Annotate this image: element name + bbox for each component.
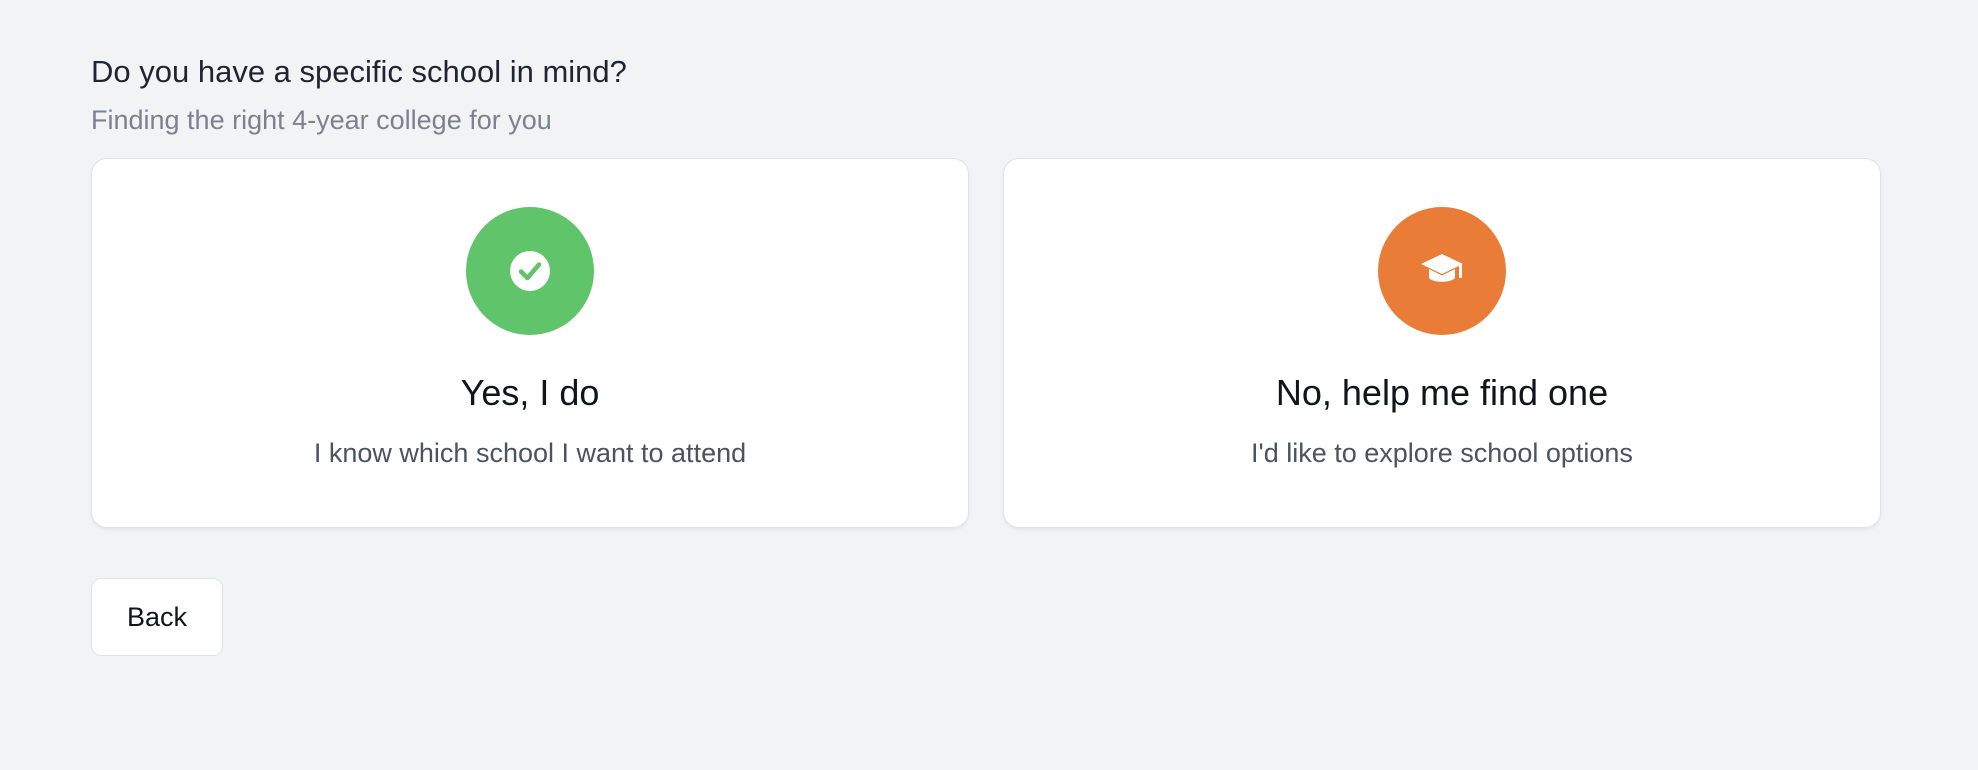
option-description: I know which school I want to attend xyxy=(313,438,747,468)
page-title: Do you have a specific school in mind? xyxy=(91,54,627,89)
check-icon-circle xyxy=(466,207,594,335)
option-cards: Yes, I do I know which school I want to … xyxy=(91,158,1883,528)
page-subtitle: Finding the right 4-year college for you xyxy=(91,105,552,135)
option-card-yes[interactable]: Yes, I do I know which school I want to … xyxy=(91,158,969,528)
option-title: Yes, I do xyxy=(460,372,600,413)
graduation-cap-icon-circle xyxy=(1378,207,1506,335)
option-description: I'd like to explore school options xyxy=(1251,438,1633,468)
option-title: No, help me find one xyxy=(1275,372,1609,413)
option-card-no[interactable]: No, help me find one I'd like to explore… xyxy=(1003,158,1881,528)
school-choice-page: Do you have a specific school in mind? F… xyxy=(0,0,1978,770)
graduation-cap-icon xyxy=(1421,254,1463,282)
check-circle-icon xyxy=(510,251,550,291)
back-button[interactable]: Back xyxy=(91,578,223,656)
